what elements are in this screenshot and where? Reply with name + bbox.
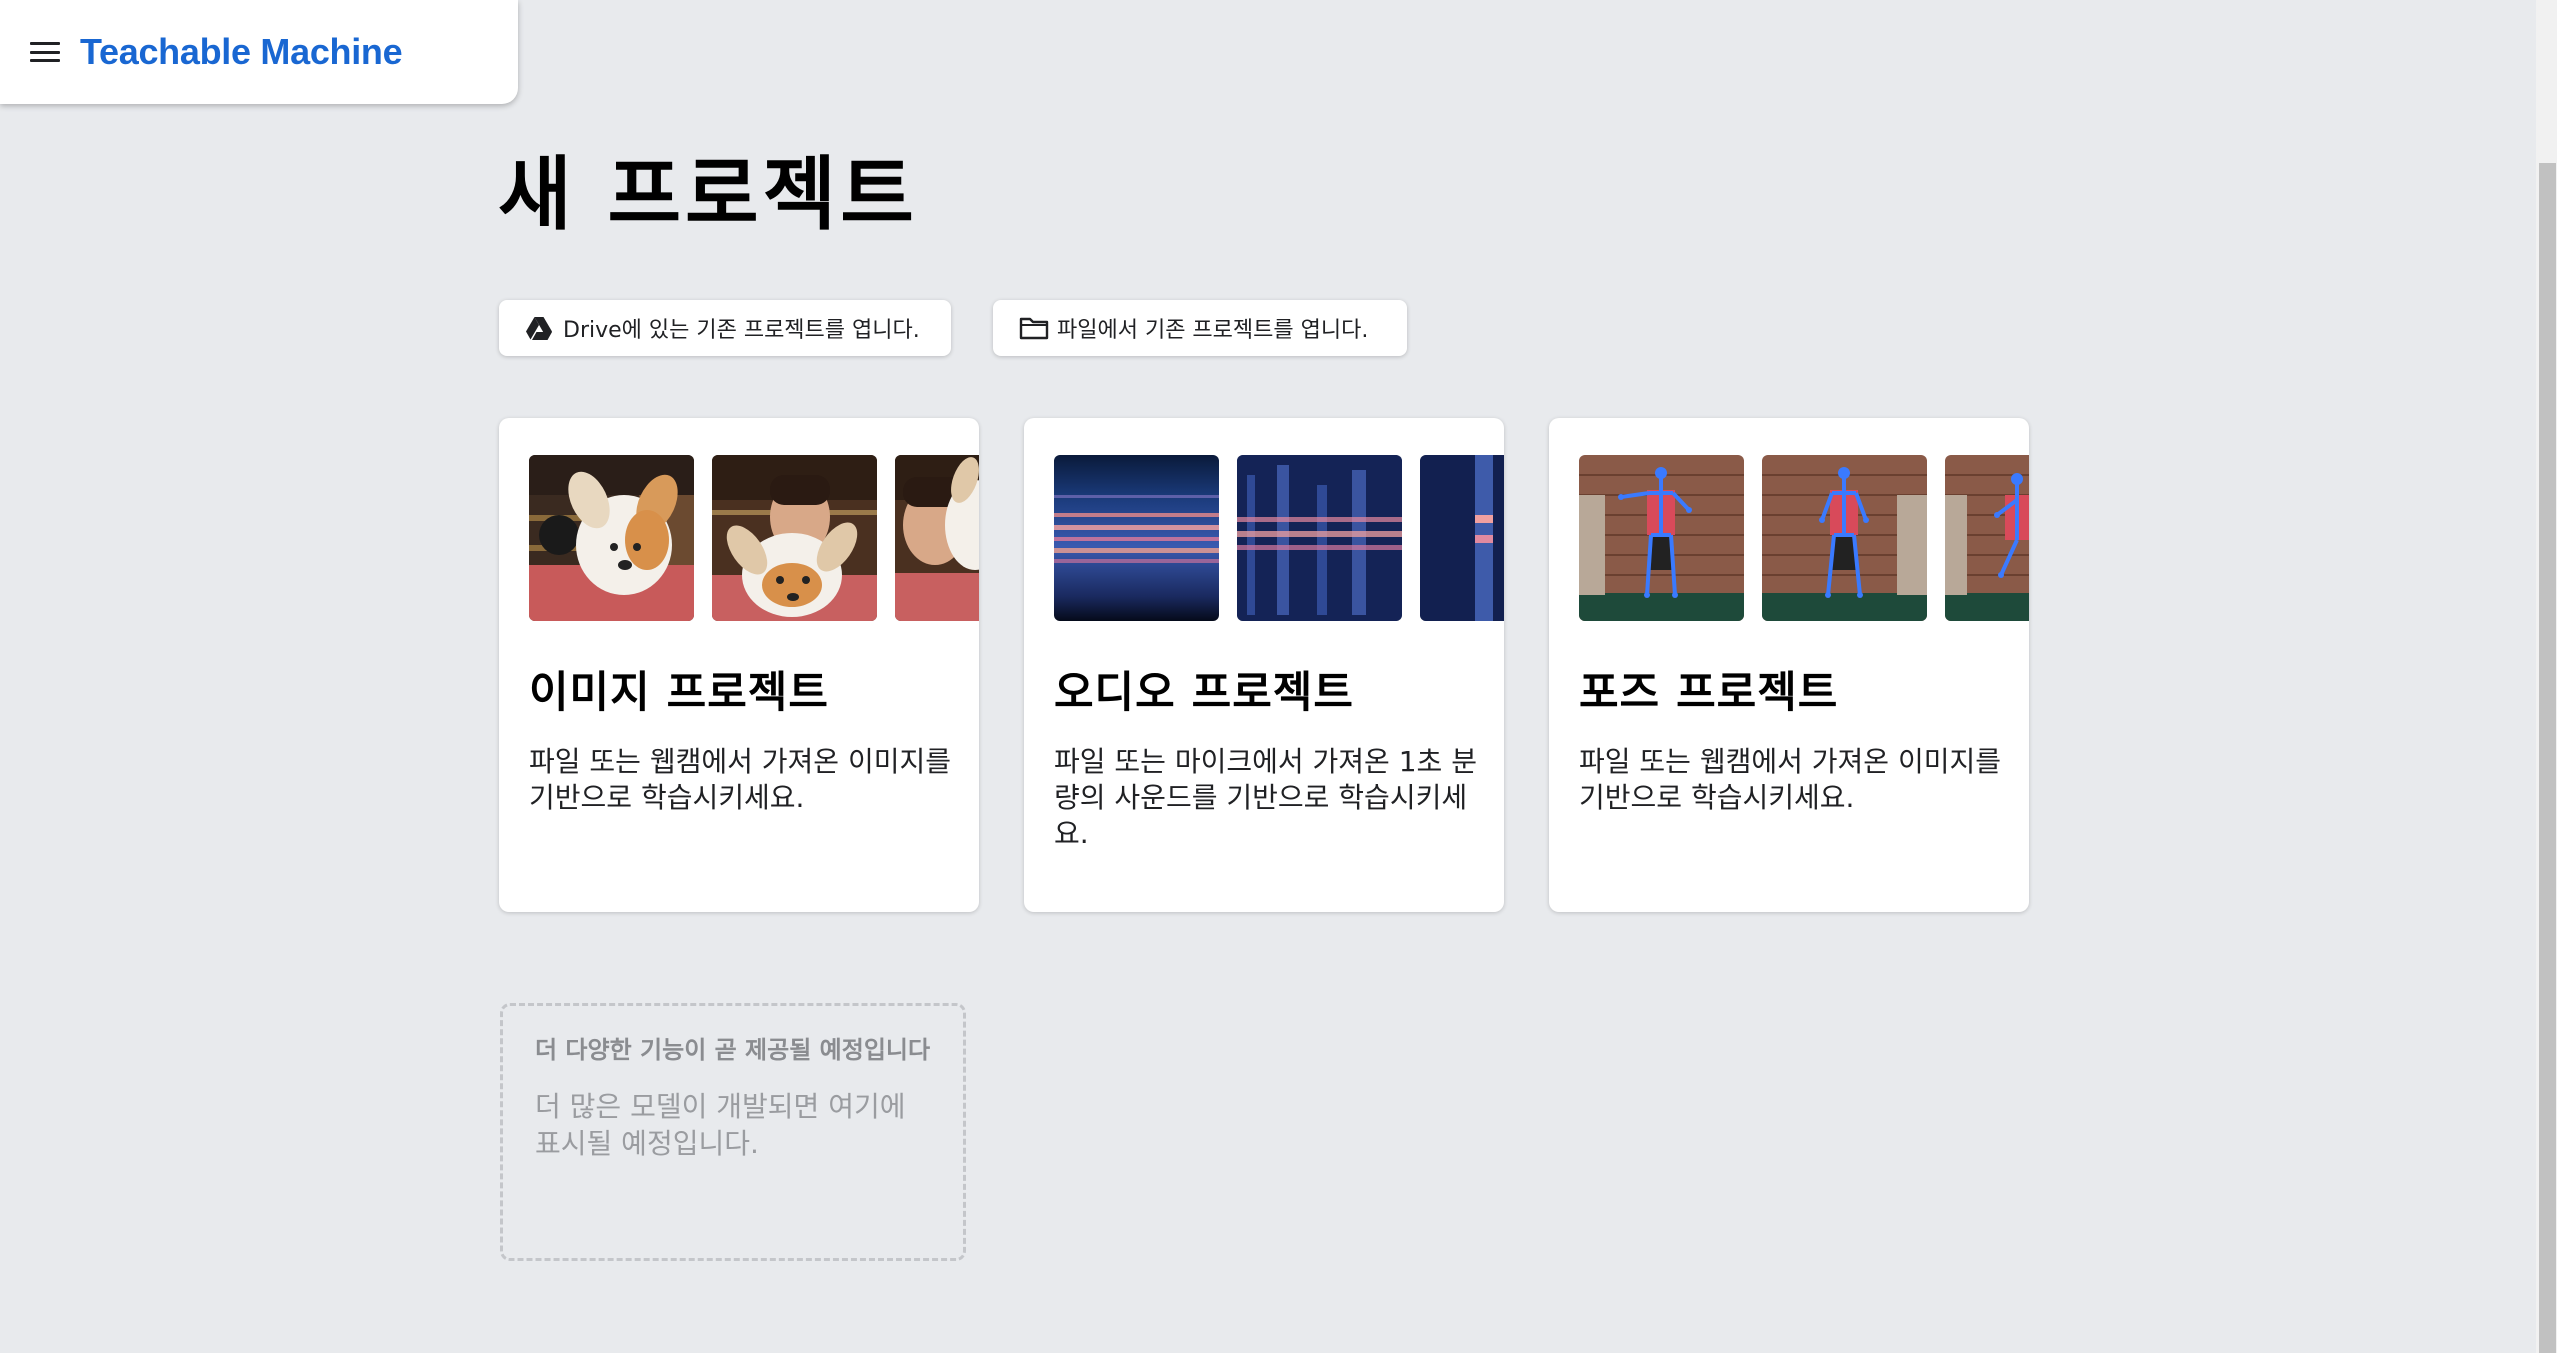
card-description: 파일 또는 웹캠에서 가져온 이미지를 기반으로 학습시키세요. — [529, 745, 952, 814]
audio-project-thumbnails — [1054, 455, 1504, 621]
open-from-file-button[interactable]: 파일에서 기존 프로젝트를 엽니다. — [993, 300, 1407, 356]
open-from-drive-button[interactable]: Drive에 있는 기존 프로젝트를 엽니다. — [499, 300, 951, 356]
new-project-page: Teachable Machine 새 프로젝트 Drive에 있는 기존 프로… — [0, 0, 2557, 1353]
pose-project-card[interactable]: 포즈 프로젝트 파일 또는 웹캠에서 가져온 이미지를 기반으로 학습시키세요. — [1549, 418, 2029, 912]
thumbnail-image — [712, 455, 877, 621]
image-project-card[interactable]: 이미지 프로젝트 파일 또는 웹캠에서 가져온 이미지를 기반으로 학습시키세요… — [499, 418, 979, 912]
thumbnail-image — [529, 455, 694, 621]
thumbnail-image — [895, 455, 979, 621]
coming-soon-description: 더 많은 모델이 개발되면 여기에 표시될 예정입니다. — [535, 1090, 906, 1160]
card-title: 오디오 프로젝트 — [1054, 668, 1354, 718]
coming-soon-title: 더 다양한 기능이 곧 제공될 예정입니다 — [535, 1036, 931, 1064]
audio-project-card[interactable]: 오디오 프로젝트 파일 또는 마이크에서 가져온 1초 분량의 사운드를 기반으… — [1024, 418, 1504, 912]
card-title: 이미지 프로젝트 — [529, 668, 829, 718]
folder-icon — [1019, 315, 1049, 341]
spectrogram-thumbnail — [1054, 455, 1219, 621]
hamburger-menu-icon[interactable] — [30, 38, 62, 66]
app-logo[interactable]: Teachable Machine — [80, 31, 403, 73]
page-title: 새 프로젝트 — [498, 148, 918, 241]
google-drive-icon — [525, 315, 555, 341]
coming-soon-placeholder: 더 다양한 기능이 곧 제공될 예정입니다 더 많은 모델이 개발되면 여기에 … — [500, 1003, 966, 1261]
pose-thumbnail — [1762, 455, 1927, 621]
card-description: 파일 또는 웹캠에서 가져온 이미지를 기반으로 학습시키세요. — [1579, 745, 2002, 814]
app-header: Teachable Machine — [0, 0, 518, 104]
pose-thumbnail — [1579, 455, 1744, 621]
card-description: 파일 또는 마이크에서 가져온 1초 분량의 사운드를 기반으로 학습시키세요. — [1054, 745, 1477, 850]
open-from-drive-label: Drive에 있는 기존 프로젝트를 엽니다. — [563, 318, 920, 343]
image-project-thumbnails — [529, 455, 979, 621]
spectrogram-thumbnail — [1237, 455, 1402, 621]
pose-project-thumbnails — [1579, 455, 2029, 621]
pose-thumbnail — [1945, 455, 2029, 621]
open-from-file-label: 파일에서 기존 프로젝트를 엽니다. — [1057, 318, 1369, 343]
spectrogram-thumbnail — [1420, 455, 1504, 621]
scrollbar-thumb[interactable] — [2539, 163, 2556, 1353]
card-title: 포즈 프로젝트 — [1579, 668, 1839, 718]
page-scrollbar[interactable] — [2536, 0, 2557, 1353]
